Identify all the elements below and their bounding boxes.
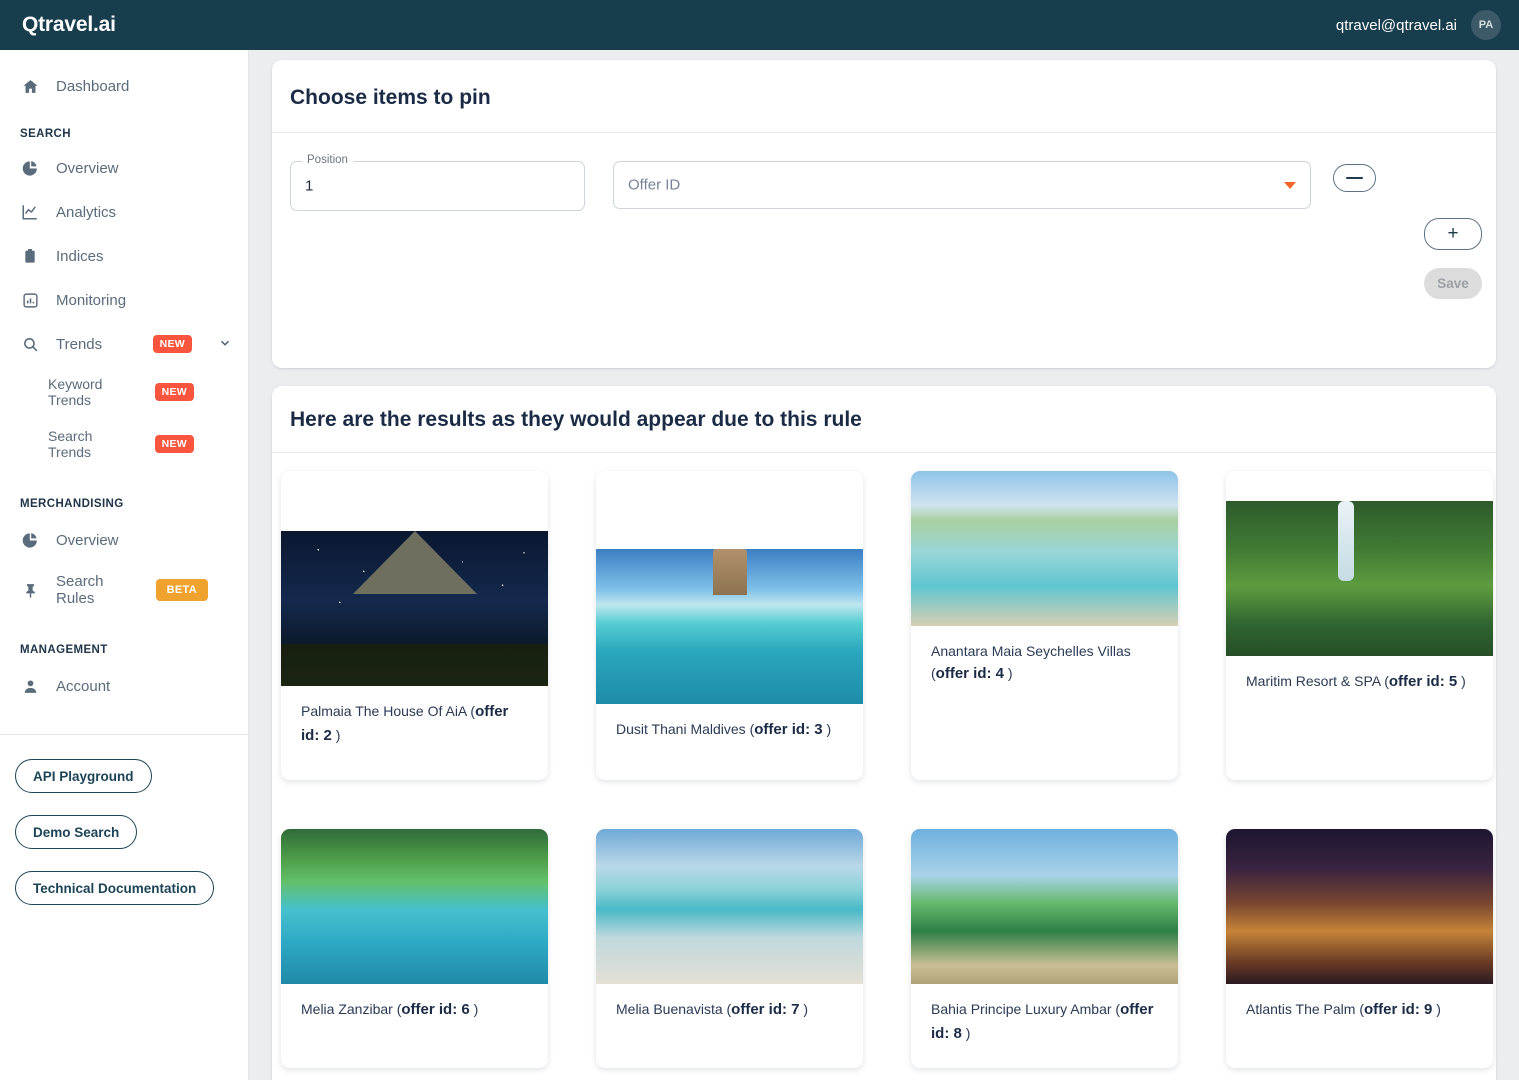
avatar[interactable]: PA [1471,10,1501,40]
sidebar-item-label: Analytics [56,203,117,221]
offer-id-placeholder: Offer ID [628,176,681,194]
seychelles-granite-beach-image [911,471,1178,626]
topbar-right-group: qtravel@qtravel.ai PA [1336,10,1501,40]
result-card[interactable]: Bahia Principe Luxury Ambar (offer id: 8… [911,829,1178,1068]
sidebar-item-label: Trends [56,335,103,353]
palm-trees-beach-image [911,829,1178,984]
technical-documentation-button[interactable]: Technical Documentation [15,871,215,905]
white-sand-beach-waves-image [596,829,863,984]
result-card-title: Anantara Maia Seychelles Villas (offer i… [931,643,1131,683]
sidebar-item-label: Overview [56,531,119,549]
overwater-bungalow-pier-image [596,549,863,704]
sidebar-item-search-overview[interactable]: Overview [0,146,248,190]
position-input[interactable]: Position 1 [290,154,585,211]
status-badge: BETA [155,579,208,601]
result-card-title: Palmaia The House Of AiA (offer id: 2 ) [301,703,509,744]
palm-leaves-turquoise-sea-image [281,829,548,984]
clipboard-icon [20,246,40,266]
atlantis-hotel-night-image [1226,829,1493,984]
sidebar: Dashboard SEARCH Overview Analytics Indi… [0,50,249,1080]
sidebar-item-label: Monitoring [56,291,127,309]
pin-icon [20,580,40,600]
result-card-title: Maritim Resort & SPA (offer id: 5 ) [1246,673,1466,690]
demo-search-button[interactable]: Demo Search [15,815,138,849]
result-card-offer-id: offer id: 5 [1388,673,1458,690]
sidebar-section-merchandising: MERCHANDISING [20,498,124,510]
save-button[interactable]: Save [1424,268,1482,299]
result-card-offer-id: offer id: 9 [1364,1001,1433,1018]
result-card-title: Melia Zanzibar (offer id: 6 ) [301,1001,479,1018]
results-preview-panel: Here are the results as they would appea… [272,386,1496,1080]
pie-chart-icon [20,530,40,550]
result-card-offer-id: offer id: 6 [401,1001,470,1018]
chichen-itza-night-image [281,531,548,686]
sidebar-item-search-rules[interactable]: Search Rules BETA [0,564,248,616]
sidebar-item-monitoring[interactable]: Monitoring [0,278,248,322]
offer-id-select[interactable]: Offer ID [613,161,1311,209]
result-card[interactable]: Maritim Resort & SPA (offer id: 5 ) [1226,471,1493,780]
position-value: 1 [305,177,314,195]
status-badge: NEW [152,335,192,353]
sidebar-item-analytics[interactable]: Analytics [0,190,248,234]
result-card-offer-id: offer id: 7 [731,1001,800,1018]
result-card[interactable]: Palmaia The House Of AiA (offer id: 2 ) [281,471,548,780]
sidebar-item-label: Keyword Trends [48,376,103,408]
result-card-title: Atlantis The Palm (offer id: 9 ) [1246,1001,1441,1018]
sidebar-item-indices[interactable]: Indices [0,234,248,278]
sidebar-section-management: MANAGEMENT [20,644,108,656]
result-card-offer-id: offer id: 2 [301,703,509,744]
sidebar-item-label: Overview [56,159,119,177]
result-card-offer-id: offer id: 8 [931,1001,1154,1042]
page-title: Choose items to pin [272,60,1496,133]
status-badge: NEW [154,383,194,401]
sidebar-item-label: Dashboard [56,77,130,95]
pie-chart-icon [20,158,40,178]
result-card[interactable]: Atlantis The Palm (offer id: 9 ) [1226,829,1493,1068]
sidebar-item-keyword-trends[interactable]: Keyword Trends NEW [0,366,248,418]
user-email: qtravel@qtravel.ai [1335,16,1457,34]
person-icon [20,676,40,696]
home-icon [20,76,40,96]
sidebar-item-search-trends[interactable]: Search Trends NEW [0,418,248,470]
sidebar-item-trends[interactable]: Trends NEW [0,322,248,366]
top-bar: Qtravel.ai qtravel@qtravel.ai PA [0,0,1519,50]
sidebar-footer-buttons: API Playground Demo Search Technical Doc… [0,735,248,927]
result-card-title: Melia Buenavista (offer id: 7 ) [616,1001,809,1018]
brand-logo[interactable]: Qtravel.ai [22,13,116,37]
pin-form: Position 1 Offer ID + Save [272,133,1496,365]
result-card-offer-id: offer id: 4 [935,665,1005,683]
bar-chart-icon [20,290,40,310]
line-chart-icon [20,202,40,222]
sidebar-item-label: Account [56,677,111,695]
sidebar-item-merch-overview[interactable]: Overview [0,516,248,564]
sidebar-section-search: SEARCH [20,128,71,140]
api-playground-button[interactable]: API Playground [15,759,152,793]
sidebar-item-account[interactable]: Account [0,662,248,710]
add-row-button[interactable]: + [1424,218,1482,250]
sidebar-item-label: Search Rules [56,573,104,607]
status-badge: NEW [154,435,194,453]
main-content: Choose items to pin Position 1 Offer ID … [249,50,1519,1080]
result-card-title: Bahia Principe Luxury Ambar (offer id: 8… [931,1001,1154,1042]
results-title: Here are the results as they would appea… [272,386,1496,453]
sidebar-item-dashboard[interactable]: Dashboard [0,64,248,108]
sidebar-item-label: Indices [56,247,104,265]
result-card[interactable]: Anantara Maia Seychelles Villas (offer i… [911,471,1178,780]
result-card[interactable]: Melia Buenavista (offer id: 7 ) [596,829,863,1068]
chevron-down-icon[interactable] [1284,182,1296,189]
choose-items-to-pin-panel: Choose items to pin Position 1 Offer ID … [272,60,1496,368]
result-card[interactable]: Dusit Thani Maldives (offer id: 3 ) [596,471,863,780]
sidebar-item-label: Search Trends [48,428,93,460]
result-card[interactable]: Melia Zanzibar (offer id: 6 ) [281,829,548,1068]
result-card-offer-id: offer id: 3 [754,721,823,738]
search-icon [20,334,40,354]
results-grid: Palmaia The House Of AiA (offer id: 2 ) D… [272,453,1496,1080]
chevron-down-icon[interactable] [218,336,232,353]
position-label: Position [302,154,353,166]
remove-row-button[interactable] [1333,164,1376,192]
minus-icon [1346,176,1363,180]
jungle-waterfall-image [1226,501,1493,656]
result-card-title: Dusit Thani Maldives (offer id: 3 ) [616,721,832,738]
